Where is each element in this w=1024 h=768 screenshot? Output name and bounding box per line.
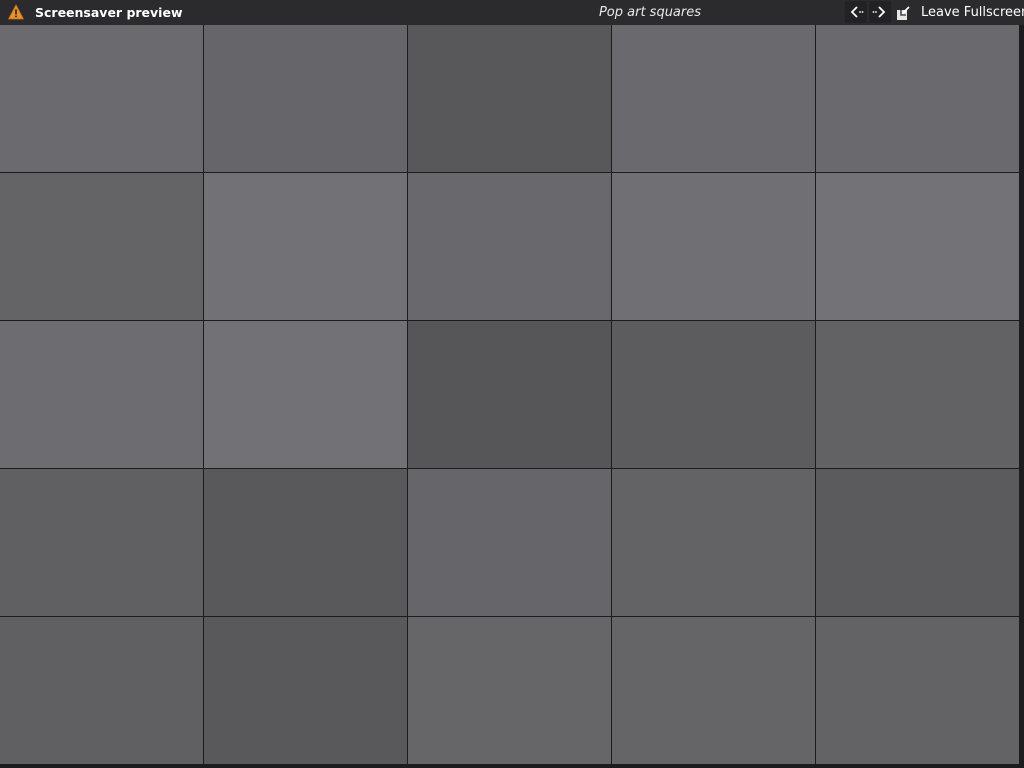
pop-art-square [816,469,1019,616]
pop-art-square [204,173,407,320]
arrow-right-icon [872,6,886,18]
warning-icon [8,4,24,20]
pop-art-square [0,321,203,468]
pop-art-square [612,617,815,764]
screensaver-preview-area [0,25,1024,768]
preview-navigation [845,0,893,24]
pop-art-square [612,321,815,468]
pop-art-square [408,25,611,172]
pop-art-square [0,469,203,616]
pop-art-square [408,617,611,764]
pop-art-square [816,173,1019,320]
pop-art-square [204,617,407,764]
arrow-left-icon [850,6,864,18]
pop-art-square [408,321,611,468]
pop-art-square [0,173,203,320]
leave-fullscreen-label: Leave Fullscreen [921,4,1024,20]
pop-art-square [816,617,1019,764]
pop-art-square [612,173,815,320]
pop-art-square [0,617,203,764]
window-title: Screensaver preview [35,5,183,20]
pop-art-square [816,321,1019,468]
pop-art-square [204,321,407,468]
title-bar: Screensaver preview Pop art squares Leav… [0,0,1024,25]
pop-art-square [204,469,407,616]
screensaver-name: Pop art squares [598,5,702,20]
pop-art-square [0,25,203,172]
leave-fullscreen-button[interactable]: Leave Fullscreen [895,0,1024,25]
pop-art-square [204,25,407,172]
pop-art-square [408,173,611,320]
pop-art-square [816,25,1019,172]
pop-art-square [408,469,611,616]
leave-fullscreen-icon [897,5,910,20]
pop-art-square [612,25,815,172]
pop-art-square [612,469,815,616]
next-button[interactable] [869,1,891,23]
previous-button[interactable] [845,1,867,23]
